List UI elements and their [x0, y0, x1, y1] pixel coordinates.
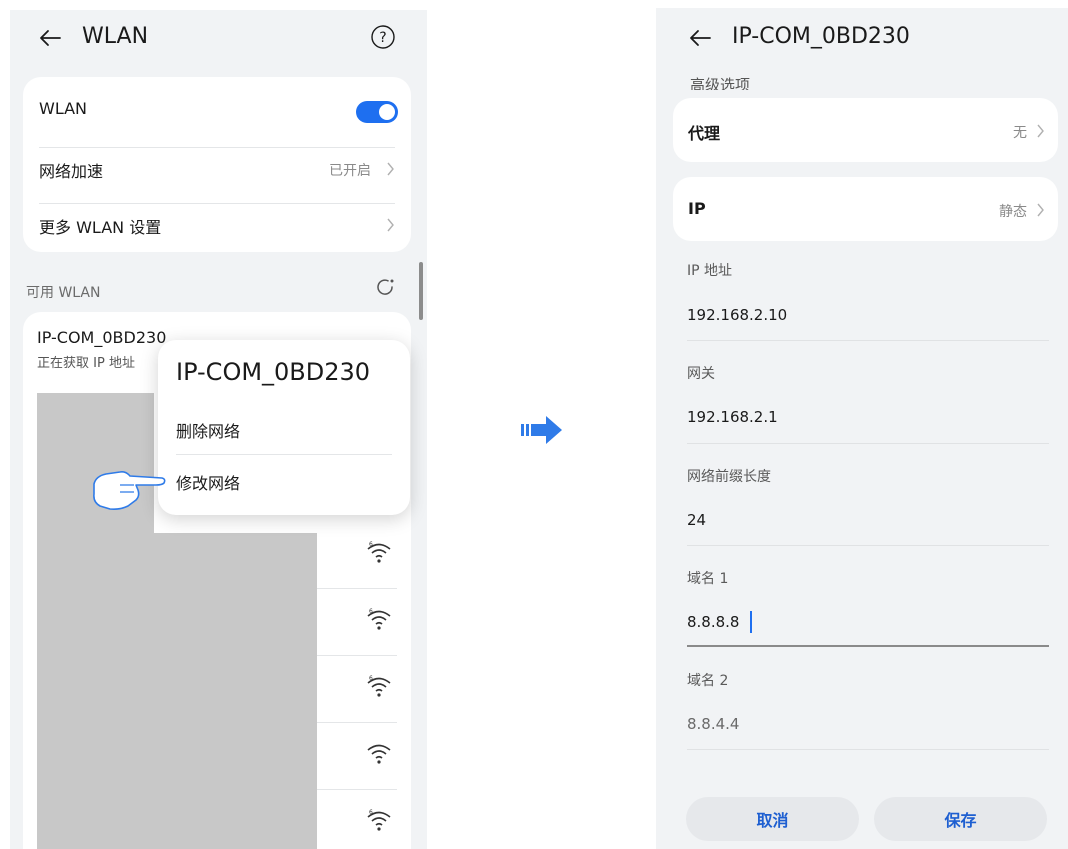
page-title: WLAN	[82, 24, 149, 49]
more-wlan-settings[interactable]: 更多 WLAN 设置	[39, 214, 161, 238]
back-arrow-icon[interactable]	[686, 24, 714, 52]
back-arrow-icon[interactable]	[36, 24, 64, 52]
network-context-menu: IP-COM_0BD230 删除网络 修改网络	[158, 340, 410, 515]
redacted-area	[154, 533, 317, 849]
dns1-input[interactable]: 8.8.8.8	[687, 613, 739, 631]
wifi-icon: 6	[367, 608, 391, 630]
svg-text:6: 6	[369, 675, 373, 682]
delete-network-item[interactable]: 删除网络	[176, 418, 240, 442]
save-button[interactable]: 保存	[874, 797, 1047, 841]
chevron-right-icon	[1037, 203, 1044, 217]
refresh-icon[interactable]	[374, 276, 396, 298]
svg-text:6: 6	[369, 809, 373, 816]
help-icon[interactable]: ?	[370, 24, 396, 50]
ip-label: IP	[688, 199, 706, 218]
svg-text:?: ?	[379, 30, 386, 46]
wlan-screen: WLAN ? WLAN 网络加速 已开启 更多 WLAN 设置 可用 WLAN …	[10, 10, 427, 849]
wifi-icon: 6	[367, 675, 391, 697]
wifi-icon	[367, 744, 391, 764]
svg-text:6: 6	[369, 608, 373, 615]
modify-network-item[interactable]: 修改网络	[176, 470, 240, 494]
wlan-label: WLAN	[39, 99, 88, 118]
page-title: IP-COM_0BD230	[732, 24, 910, 49]
ip-settings-row[interactable]: IP 静态	[673, 177, 1058, 241]
redacted-area	[37, 393, 154, 849]
ip-mode-value: 静态	[999, 204, 1027, 220]
advanced-options-heading: 高级选项	[690, 76, 751, 90]
prefix-length-label: 网络前缀长度	[687, 469, 771, 485]
network-ssid[interactable]: IP-COM_0BD230	[37, 328, 166, 347]
network-status: 正在获取 IP 地址	[37, 356, 135, 371]
dns2-label: 域名 2	[687, 673, 729, 689]
proxy-row[interactable]: 代理 无	[673, 98, 1058, 162]
hand-pointer-icon	[93, 471, 166, 510]
proxy-value: 无	[1013, 125, 1027, 141]
cancel-button[interactable]: 取消	[686, 797, 859, 841]
wifi-icon: 6	[367, 541, 391, 563]
dns1-label: 域名 1	[687, 571, 729, 587]
chevron-right-icon	[387, 218, 394, 232]
right-arrow-icon	[521, 416, 562, 444]
gateway-input[interactable]: 192.168.2.1	[687, 408, 778, 426]
proxy-label: 代理	[688, 124, 721, 143]
ip-address-input[interactable]: 192.168.2.10	[687, 306, 787, 324]
wlan-settings-card: WLAN 网络加速 已开启 更多 WLAN 设置	[23, 77, 411, 252]
dns2-input[interactable]: 8.8.4.4	[687, 715, 739, 733]
network-accel-value: 已开启	[329, 163, 371, 179]
chevron-right-icon	[1037, 124, 1044, 138]
available-wlan-label: 可用 WLAN	[26, 285, 101, 301]
prefix-length-input[interactable]: 24	[687, 511, 706, 529]
svg-text:6: 6	[369, 541, 373, 548]
scrollbar[interactable]	[419, 262, 423, 320]
wlan-toggle[interactable]	[356, 101, 398, 123]
modify-network-screen: IP-COM_0BD230 高级选项 代理 无 IP 静态 IP 地址 192.…	[656, 8, 1068, 849]
gateway-label: 网关	[687, 366, 715, 382]
ip-address-label: IP 地址	[687, 263, 733, 279]
network-accel-label[interactable]: 网络加速	[39, 158, 103, 182]
popup-title: IP-COM_0BD230	[176, 358, 371, 386]
wifi-icon: 6	[367, 809, 391, 831]
chevron-right-icon	[387, 162, 394, 176]
text-cursor	[750, 611, 752, 633]
